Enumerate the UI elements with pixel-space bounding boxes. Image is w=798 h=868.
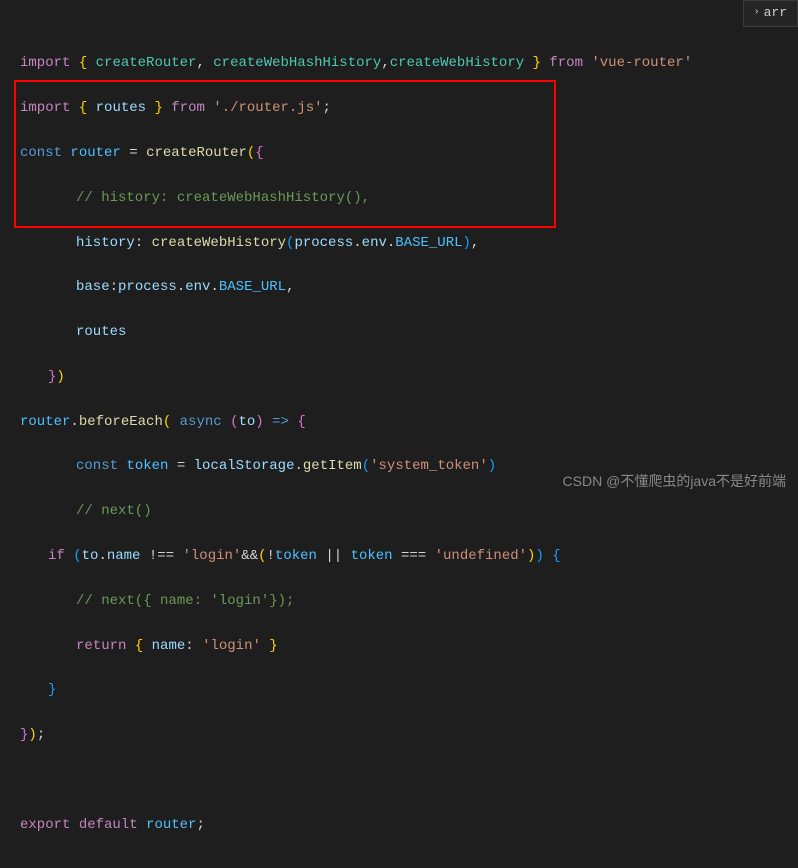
code-line: // next() (20, 500, 778, 522)
code-line: base:process.env.BASE_URL, (20, 276, 778, 298)
code-line: return { name: 'login' } (20, 635, 778, 657)
code-line: const router = createRouter({ (20, 142, 778, 164)
code-editor[interactable]: import { createRouter, createWebHashHist… (0, 0, 798, 868)
identifier[interactable]: createWebHistory (390, 55, 524, 71)
code-line: // next({ name: 'login'}); (20, 590, 778, 612)
code-line: import { routes } from './router.js'; (20, 97, 778, 119)
code-line (20, 769, 778, 791)
identifier[interactable]: createRouter (96, 55, 197, 71)
code-line: }) (20, 366, 778, 388)
code-line: routes (20, 321, 778, 343)
code-line: import { createRouter, createWebHashHist… (20, 52, 778, 74)
code-line: // history: createWebHashHistory(), (20, 187, 778, 209)
code-line: history: createWebHistory(process.env.BA… (20, 232, 778, 254)
identifier[interactable]: createWebHashHistory (213, 55, 381, 71)
watermark: CSDN @不懂爬虫的java不是好前端 (563, 470, 786, 492)
code-line: }); (20, 724, 778, 746)
code-line: if (to.name !== 'login'&&(!token || toke… (20, 545, 778, 567)
code-line: } (20, 679, 778, 701)
code-line: router.beforeEach( async (to) => { (20, 411, 778, 433)
code-line: export default router; (20, 814, 778, 836)
